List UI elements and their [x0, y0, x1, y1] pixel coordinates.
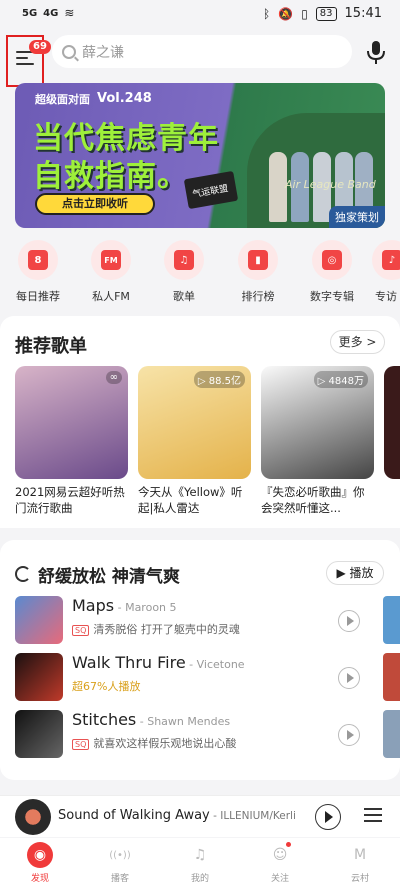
quick-label: 数字专辑 [310, 290, 354, 303]
tab-label: 发现 [30, 874, 49, 884]
exclusive-label: 独家策划 [329, 206, 385, 228]
more-button[interactable]: 更多 > [330, 330, 385, 354]
signal-5g: 5G [22, 7, 38, 19]
quick-label: 专访 [375, 290, 397, 303]
tab-discover[interactable]: ◉ 发现 [10, 842, 70, 884]
battery-indicator: 83 [315, 6, 337, 21]
cloud-village-icon: M [353, 847, 367, 863]
infinity-icon: ∞ [105, 371, 122, 384]
search-icon [62, 44, 76, 59]
search-input[interactable]: 薛之谦 [52, 35, 352, 68]
microphone-icon[interactable] [366, 40, 386, 66]
tab-podcast[interactable]: ((•)) 播客 [90, 842, 150, 885]
banner-headline-2: 自救指南。 [33, 159, 188, 194]
quick-entries: 8 每日推荐 FM 私人FM ♫ 歌单 ▮ 排行榜 ◎ 数字专辑 ♪ 专访 [0, 240, 400, 308]
play-pause-button[interactable] [315, 804, 341, 830]
wifi-icon: ≋ [64, 6, 75, 20]
quick-playlist[interactable]: ♫ 歌单 [154, 240, 214, 304]
playlist-cover: ∞ [15, 366, 128, 479]
refresh-icon[interactable] [15, 566, 31, 582]
playlist-card[interactable]: ▷ 4848万 『失恋必听歌曲』你会突然听懂这... [261, 366, 374, 516]
notification-dot [286, 842, 291, 847]
menu-button[interactable]: 69 [6, 35, 51, 87]
music-icon: ♫ [193, 847, 207, 863]
playlist-title: 『失恋必听歌曲』你会突然听懂这... [261, 485, 365, 515]
playlist-card-peek[interactable] [384, 366, 400, 479]
song-row[interactable]: Stitches - Shawn Mendes SQ 就喜欢这样假乐观地说出心酸 [15, 710, 400, 758]
song-name: Walk Thru Fire - Vicetone [72, 653, 245, 672]
tab-follow[interactable]: ☺ 关注 [250, 842, 310, 884]
chart-icon: ▮ [238, 240, 278, 280]
search-placeholder: 薛之谦 [82, 44, 124, 61]
recommended-playlists: 推荐歌单 更多 > ∞ 2021网易云超好听热门流行歌曲 ▷ 88.5亿 今天从… [0, 316, 400, 528]
quick-digital-album[interactable]: ◎ 数字专辑 [302, 240, 362, 304]
banner-logo: 超级面对面 [35, 93, 90, 106]
top-bar: 69 薛之谦 [0, 28, 400, 87]
song-cover [15, 653, 63, 701]
play-icon[interactable] [338, 610, 360, 632]
song-cover [15, 710, 63, 758]
vibrate-icon: ▯ [301, 6, 308, 21]
playlist-icon: ♫ [164, 240, 204, 280]
now-playing-title: Sound of Walking Away - ILLENIUM/Kerli [58, 808, 296, 823]
playlist-title: 2021网易云超好听热门流行歌曲 [15, 485, 125, 515]
relax-section: 舒缓放松 神清气爽 ▶ 播放 Maps - Maroon 5 SQ 清秀脱俗 打开… [0, 540, 400, 780]
banner-script-text: Air League Band [285, 178, 376, 191]
podcast-icon: ((•)) [109, 849, 131, 861]
status-bar: 5G 4G ≋ ᛒ 🔕 ▯ 83 15:41 [0, 0, 400, 28]
album-icon: ◎ [312, 240, 352, 280]
radio-icon: FM [91, 240, 131, 280]
clock: 15:41 [344, 6, 382, 21]
playlist-queue-icon[interactable] [364, 808, 382, 826]
tab-cloud-village[interactable]: M 云村 [330, 842, 390, 884]
now-playing-art [15, 799, 51, 835]
tab-label: 播客 [110, 874, 129, 884]
menu-icon [16, 51, 34, 65]
playlist-cover: ▷ 88.5亿 [138, 366, 251, 479]
song-name: Stitches - Shawn Mendes [72, 710, 231, 729]
section-title: 推荐歌单 [15, 336, 87, 357]
quick-label: 每日推荐 [16, 290, 60, 303]
song-subtitle: 超67%人播放 [72, 680, 141, 693]
menu-badge: 69 [29, 40, 51, 54]
play-all-button[interactable]: ▶ 播放 [326, 561, 384, 585]
play-icon[interactable] [338, 724, 360, 746]
playlist-card[interactable]: ▷ 88.5亿 今天从《Yellow》听起|私人雷达 [138, 366, 251, 516]
quick-charts[interactable]: ▮ 排行榜 [228, 240, 288, 304]
song-name: Maps - Maroon 5 [72, 596, 177, 615]
mini-player[interactable]: Sound of Walking Away - ILLENIUM/Kerli [0, 795, 400, 837]
quick-label: 私人FM [92, 290, 130, 303]
tab-label: 云村 [350, 874, 369, 884]
bluetooth-icon: ᛒ [263, 6, 271, 21]
interview-icon: ♪ [372, 240, 400, 280]
playlist-card[interactable]: ∞ 2021网易云超好听热门流行歌曲 [15, 366, 128, 516]
play-icon[interactable] [338, 667, 360, 689]
quick-label: 歌单 [173, 290, 195, 303]
section-title: 舒缓放松 神清气爽 [38, 567, 180, 587]
tab-label: 关注 [270, 874, 289, 884]
song-subtitle: SQ 就喜欢这样假乐观地说出心酸 [72, 735, 236, 751]
discover-icon: ◉ [27, 842, 53, 868]
song-cover [15, 596, 63, 644]
playlist-cover: ▷ 4848万 [261, 366, 374, 479]
tab-label: 我的 [190, 874, 209, 884]
banner-volume: Vol.248 [97, 91, 152, 106]
song-subtitle: SQ 清秀脱俗 打开了躯壳中的灵魂 [72, 621, 240, 637]
quick-interview[interactable]: ♪ 专访 [372, 240, 400, 304]
song-row[interactable]: Maps - Maroon 5 SQ 清秀脱俗 打开了躯壳中的灵魂 [15, 596, 400, 644]
quick-daily-recommend[interactable]: 8 每日推荐 [8, 240, 68, 304]
quick-label: 排行榜 [241, 290, 275, 303]
mute-icon: 🔕 [278, 6, 294, 21]
bottom-nav: ◉ 发现 ((•)) 播客 ♫ 我的 ☺ 关注 M 云村 [0, 838, 400, 888]
play-count: ▷ 4848万 [313, 371, 368, 388]
quick-private-fm[interactable]: FM 私人FM [81, 240, 141, 304]
playlist-title: 今天从《Yellow》听起|私人雷达 [138, 485, 243, 515]
play-count: ▷ 88.5亿 [193, 371, 245, 388]
signal-4g: 4G [43, 7, 59, 19]
banner-cta-button[interactable]: 点击立即收听 [35, 193, 155, 215]
calendar-icon: 8 [18, 240, 58, 280]
song-row[interactable]: Walk Thru Fire - Vicetone 超67%人播放 [15, 653, 400, 701]
tab-mine[interactable]: ♫ 我的 [170, 842, 230, 884]
